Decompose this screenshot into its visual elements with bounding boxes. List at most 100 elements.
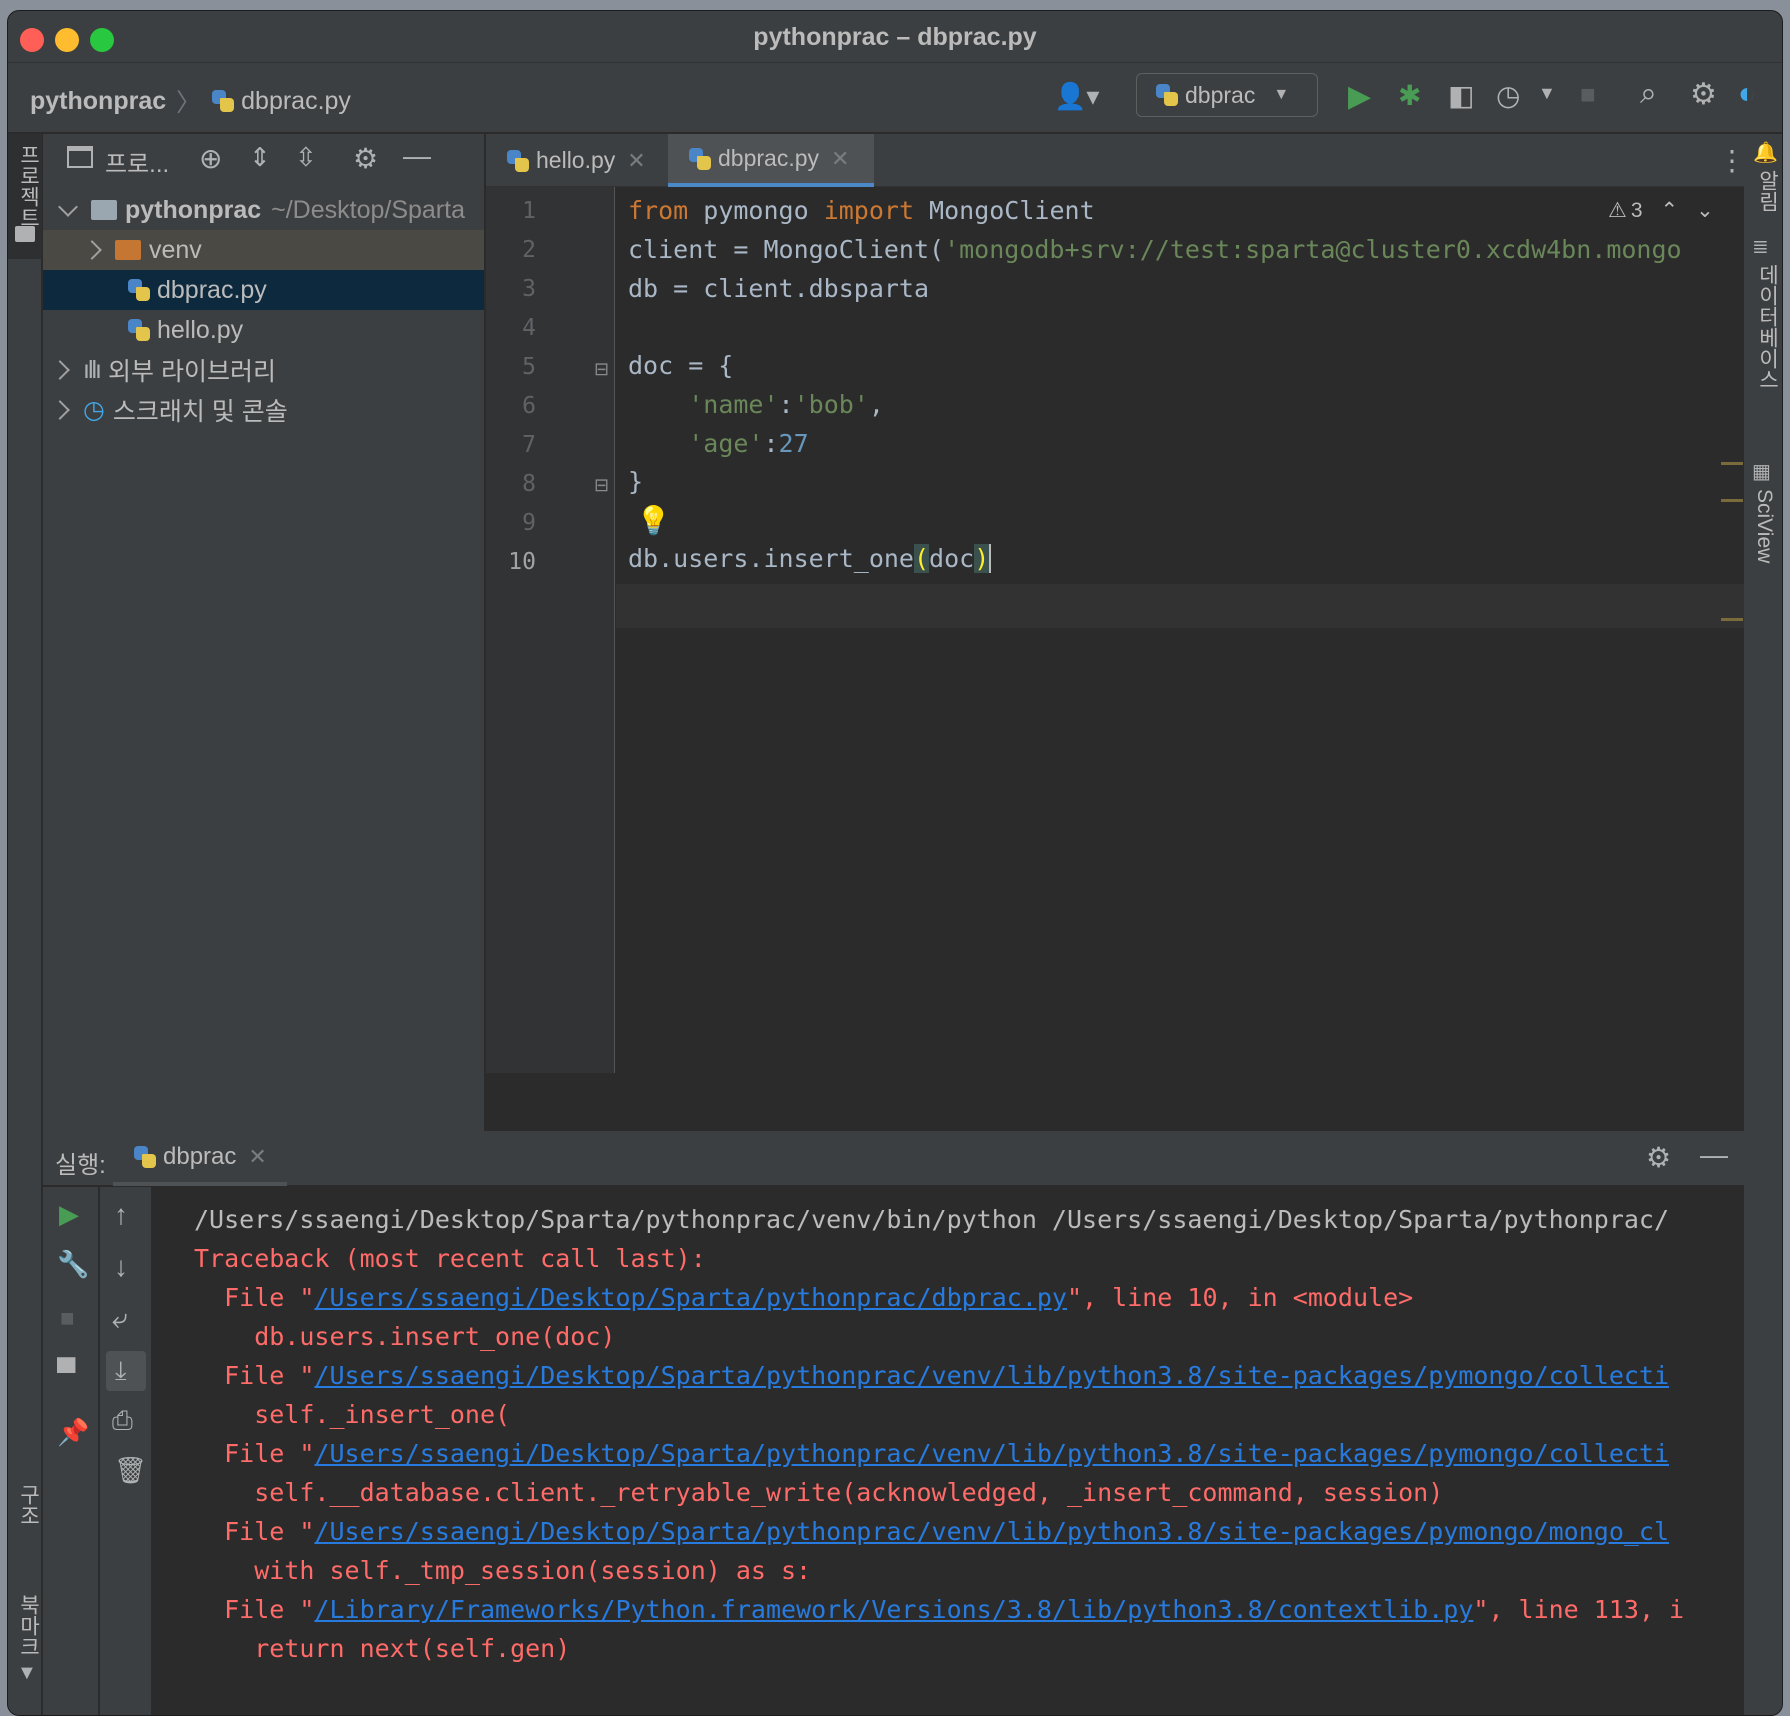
- file-link[interactable]: /Library/Frameworks/Python.framework/Ver…: [314, 1595, 1473, 1624]
- inspection-widget[interactable]: ⚠ 3 ⌃ ⌄: [1608, 198, 1714, 223]
- file-link[interactable]: /Users/ssaengi/Desktop/Sparta/pythonprac…: [314, 1361, 1669, 1390]
- database-tool-button[interactable]: ≣ 데이터베이스: [1743, 234, 1782, 394]
- folder-icon: [15, 226, 35, 242]
- user-account-icon[interactable]: 👤▾: [1054, 81, 1099, 112]
- bookmarks-tool-button[interactable]: 북마크 ▼: [8, 1594, 42, 1694]
- close-tab-icon[interactable]: ✕: [248, 1144, 266, 1170]
- code-line-2[interactable]: client = MongoClient('mongodb+srv://test…: [628, 235, 1682, 264]
- debug-bug-icon[interactable]: ✱: [1398, 79, 1421, 112]
- line-number: 2: [522, 237, 536, 263]
- notifications-tool-button[interactable]: 🔔 알림: [1743, 134, 1782, 214]
- bell-icon: 🔔: [1753, 142, 1778, 164]
- tab-dbprac[interactable]: dbprac.py ✕: [668, 134, 874, 187]
- console-code-line: self._insert_one(: [194, 1400, 511, 1429]
- tree-item-hello[interactable]: hello.py: [43, 310, 484, 350]
- jetbrains-assistant-icon[interactable]: ◐: [1738, 77, 1756, 111]
- warning-marker[interactable]: [1721, 499, 1743, 502]
- tab-label: dbprac.py: [718, 145, 820, 171]
- run-panel-label: 실행:: [55, 1152, 106, 1179]
- panel-settings-gear-icon[interactable]: ⚙: [353, 142, 378, 175]
- tree-item-dbprac[interactable]: dbprac.py: [43, 270, 484, 310]
- wrench-icon[interactable]: 🔧: [57, 1249, 89, 1280]
- print-icon[interactable]: ⎙: [112, 1405, 133, 1437]
- expand-all-icon[interactable]: ⇕: [249, 142, 271, 173]
- run-panel: 실행: dbprac ✕ ⚙ — ▶ 🔧 ■ ▀ 📌 ↑ ↓ ⤶ ⤓ ⎙ 🗑 /…: [43, 1131, 1744, 1715]
- locate-file-icon[interactable]: ⊕: [199, 142, 222, 175]
- breadcrumb-file[interactable]: dbprac.py: [241, 87, 351, 116]
- structure-tool-button[interactable]: 구조: [8, 1484, 42, 1574]
- file-link[interactable]: /Users/ssaengi/Desktop/Sparta/pythonprac…: [314, 1517, 1669, 1546]
- down-arrow-icon[interactable]: ↓: [114, 1251, 128, 1283]
- console-code-line: self.__database.client._retryable_write(…: [194, 1478, 1444, 1507]
- python-file-icon: [506, 149, 530, 173]
- next-highlight-icon[interactable]: ⌄: [1696, 198, 1714, 223]
- settings-gear-icon[interactable]: ⚙: [1690, 77, 1717, 112]
- console-code-line: return next(self.gen): [194, 1634, 571, 1663]
- stop-icon[interactable]: ■: [60, 1305, 75, 1333]
- sciview-tool-button[interactable]: ▦ SciView: [1743, 459, 1782, 579]
- fold-icon[interactable]: ⊟: [594, 359, 609, 380]
- tree-root-pythonprac[interactable]: pythonprac ~/Desktop/Sparta: [43, 190, 484, 230]
- database-icon: ≣: [1752, 236, 1769, 258]
- stop-icon[interactable]: ■: [1580, 79, 1596, 110]
- run-tab-label: dbprac: [163, 1142, 237, 1170]
- restore-layout-icon[interactable]: ▀: [57, 1357, 75, 1388]
- notifications-label: 알림: [1756, 170, 1779, 212]
- file-link[interactable]: /Users/ssaengi/Desktop/Sparta/pythonprac…: [314, 1283, 1067, 1312]
- console-traceback: Traceback (most recent call last):: [194, 1244, 706, 1273]
- fold-icon[interactable]: ⊟: [594, 475, 609, 496]
- collapse-all-icon[interactable]: ⇳: [295, 142, 317, 173]
- rerun-icon[interactable]: ▶: [59, 1199, 79, 1230]
- project-tool-button[interactable]: 프로젝트: [8, 134, 42, 259]
- project-panel-header: 프로... ⊕ ⇕ ⇳ ⚙ —: [43, 134, 484, 184]
- tab-hello[interactable]: hello.py ✕: [486, 134, 646, 187]
- profile-icon[interactable]: ◷: [1496, 79, 1520, 112]
- soft-wrap-icon[interactable]: ⤶: [112, 1303, 128, 1336]
- run-with-coverage-icon[interactable]: ◧: [1448, 79, 1474, 112]
- pin-tab-icon[interactable]: 📌: [57, 1417, 89, 1448]
- line-number: 4: [522, 315, 536, 341]
- warning-marker[interactable]: [1721, 618, 1743, 621]
- line-number-gutter: 1 2 3 4 5 6 7 8 9 10 ⊟ ⊟: [486, 187, 615, 1073]
- more-run-options-icon[interactable]: ▼: [1538, 83, 1556, 104]
- code-line-8[interactable]: }: [628, 467, 643, 496]
- close-tab-icon[interactable]: ✕: [627, 148, 645, 174]
- tree-item-external-libraries[interactable]: ıllı 외부 라이브러리: [43, 350, 484, 390]
- line-number: 3: [522, 276, 536, 302]
- breadcrumb-project[interactable]: pythonprac: [30, 87, 166, 116]
- previous-highlight-icon[interactable]: ⌃: [1661, 198, 1679, 223]
- code-line-5[interactable]: doc = {: [628, 351, 733, 380]
- title-bar: pythonprac – dbprac.py: [8, 11, 1782, 63]
- tree-item-venv[interactable]: venv: [43, 230, 484, 270]
- run-icon[interactable]: ▶: [1348, 79, 1371, 114]
- code-line-10[interactable]: db.users.insert_one(doc): [628, 544, 992, 573]
- close-tab-icon[interactable]: ✕: [831, 146, 849, 172]
- window-title: pythonprac – dbprac.py: [753, 23, 1037, 51]
- run-configuration-select[interactable]: dbprac ▼: [1136, 73, 1318, 117]
- hide-panel-icon[interactable]: —: [403, 140, 431, 172]
- bookmark-icon: ▼: [17, 1662, 37, 1684]
- editor-tabs: hello.py ✕ dbprac.py ✕ ⋮: [486, 134, 1746, 187]
- code-editor: hello.py ✕ dbprac.py ✕ ⋮ 1 2 3 4 5 6 7 8…: [486, 134, 1746, 1131]
- up-arrow-icon[interactable]: ↑: [114, 1199, 128, 1231]
- project-panel: 프로... ⊕ ⇕ ⇳ ⚙ — pythonprac ~/Desktop/Spa…: [43, 134, 485, 1131]
- code-line-1[interactable]: from pymongo import MongoClient: [628, 196, 1095, 225]
- run-settings-gear-icon[interactable]: ⚙: [1646, 1141, 1671, 1174]
- hide-panel-icon[interactable]: —: [1700, 1139, 1728, 1171]
- code-line-3[interactable]: db = client.dbsparta: [628, 274, 929, 303]
- project-panel-title[interactable]: 프로...: [105, 144, 169, 179]
- run-configuration-label: dbprac: [1185, 81, 1256, 108]
- console-command-line: /Users/ssaengi/Desktop/Sparta/pythonprac…: [194, 1205, 1670, 1234]
- code-line-6[interactable]: 'name':'bob',: [628, 390, 884, 419]
- more-options-icon[interactable]: ⋮: [1718, 144, 1746, 177]
- run-tab-dbprac[interactable]: dbprac ✕: [113, 1131, 287, 1186]
- trash-icon[interactable]: 🗑: [114, 1455, 147, 1486]
- project-tool-label: 프로젝트: [17, 144, 40, 228]
- code-line-7[interactable]: 'age':27: [628, 429, 808, 458]
- lightbulb-icon[interactable]: 💡: [636, 504, 671, 537]
- file-link[interactable]: /Users/ssaengi/Desktop/Sparta/pythonprac…: [314, 1439, 1669, 1468]
- tree-item-scratches[interactable]: ◷ 스크래치 및 콘솔: [43, 390, 484, 430]
- scroll-to-end-icon[interactable]: ⤓: [106, 1351, 146, 1391]
- warning-marker[interactable]: [1721, 462, 1743, 465]
- search-icon[interactable]: ⌕: [1640, 77, 1657, 111]
